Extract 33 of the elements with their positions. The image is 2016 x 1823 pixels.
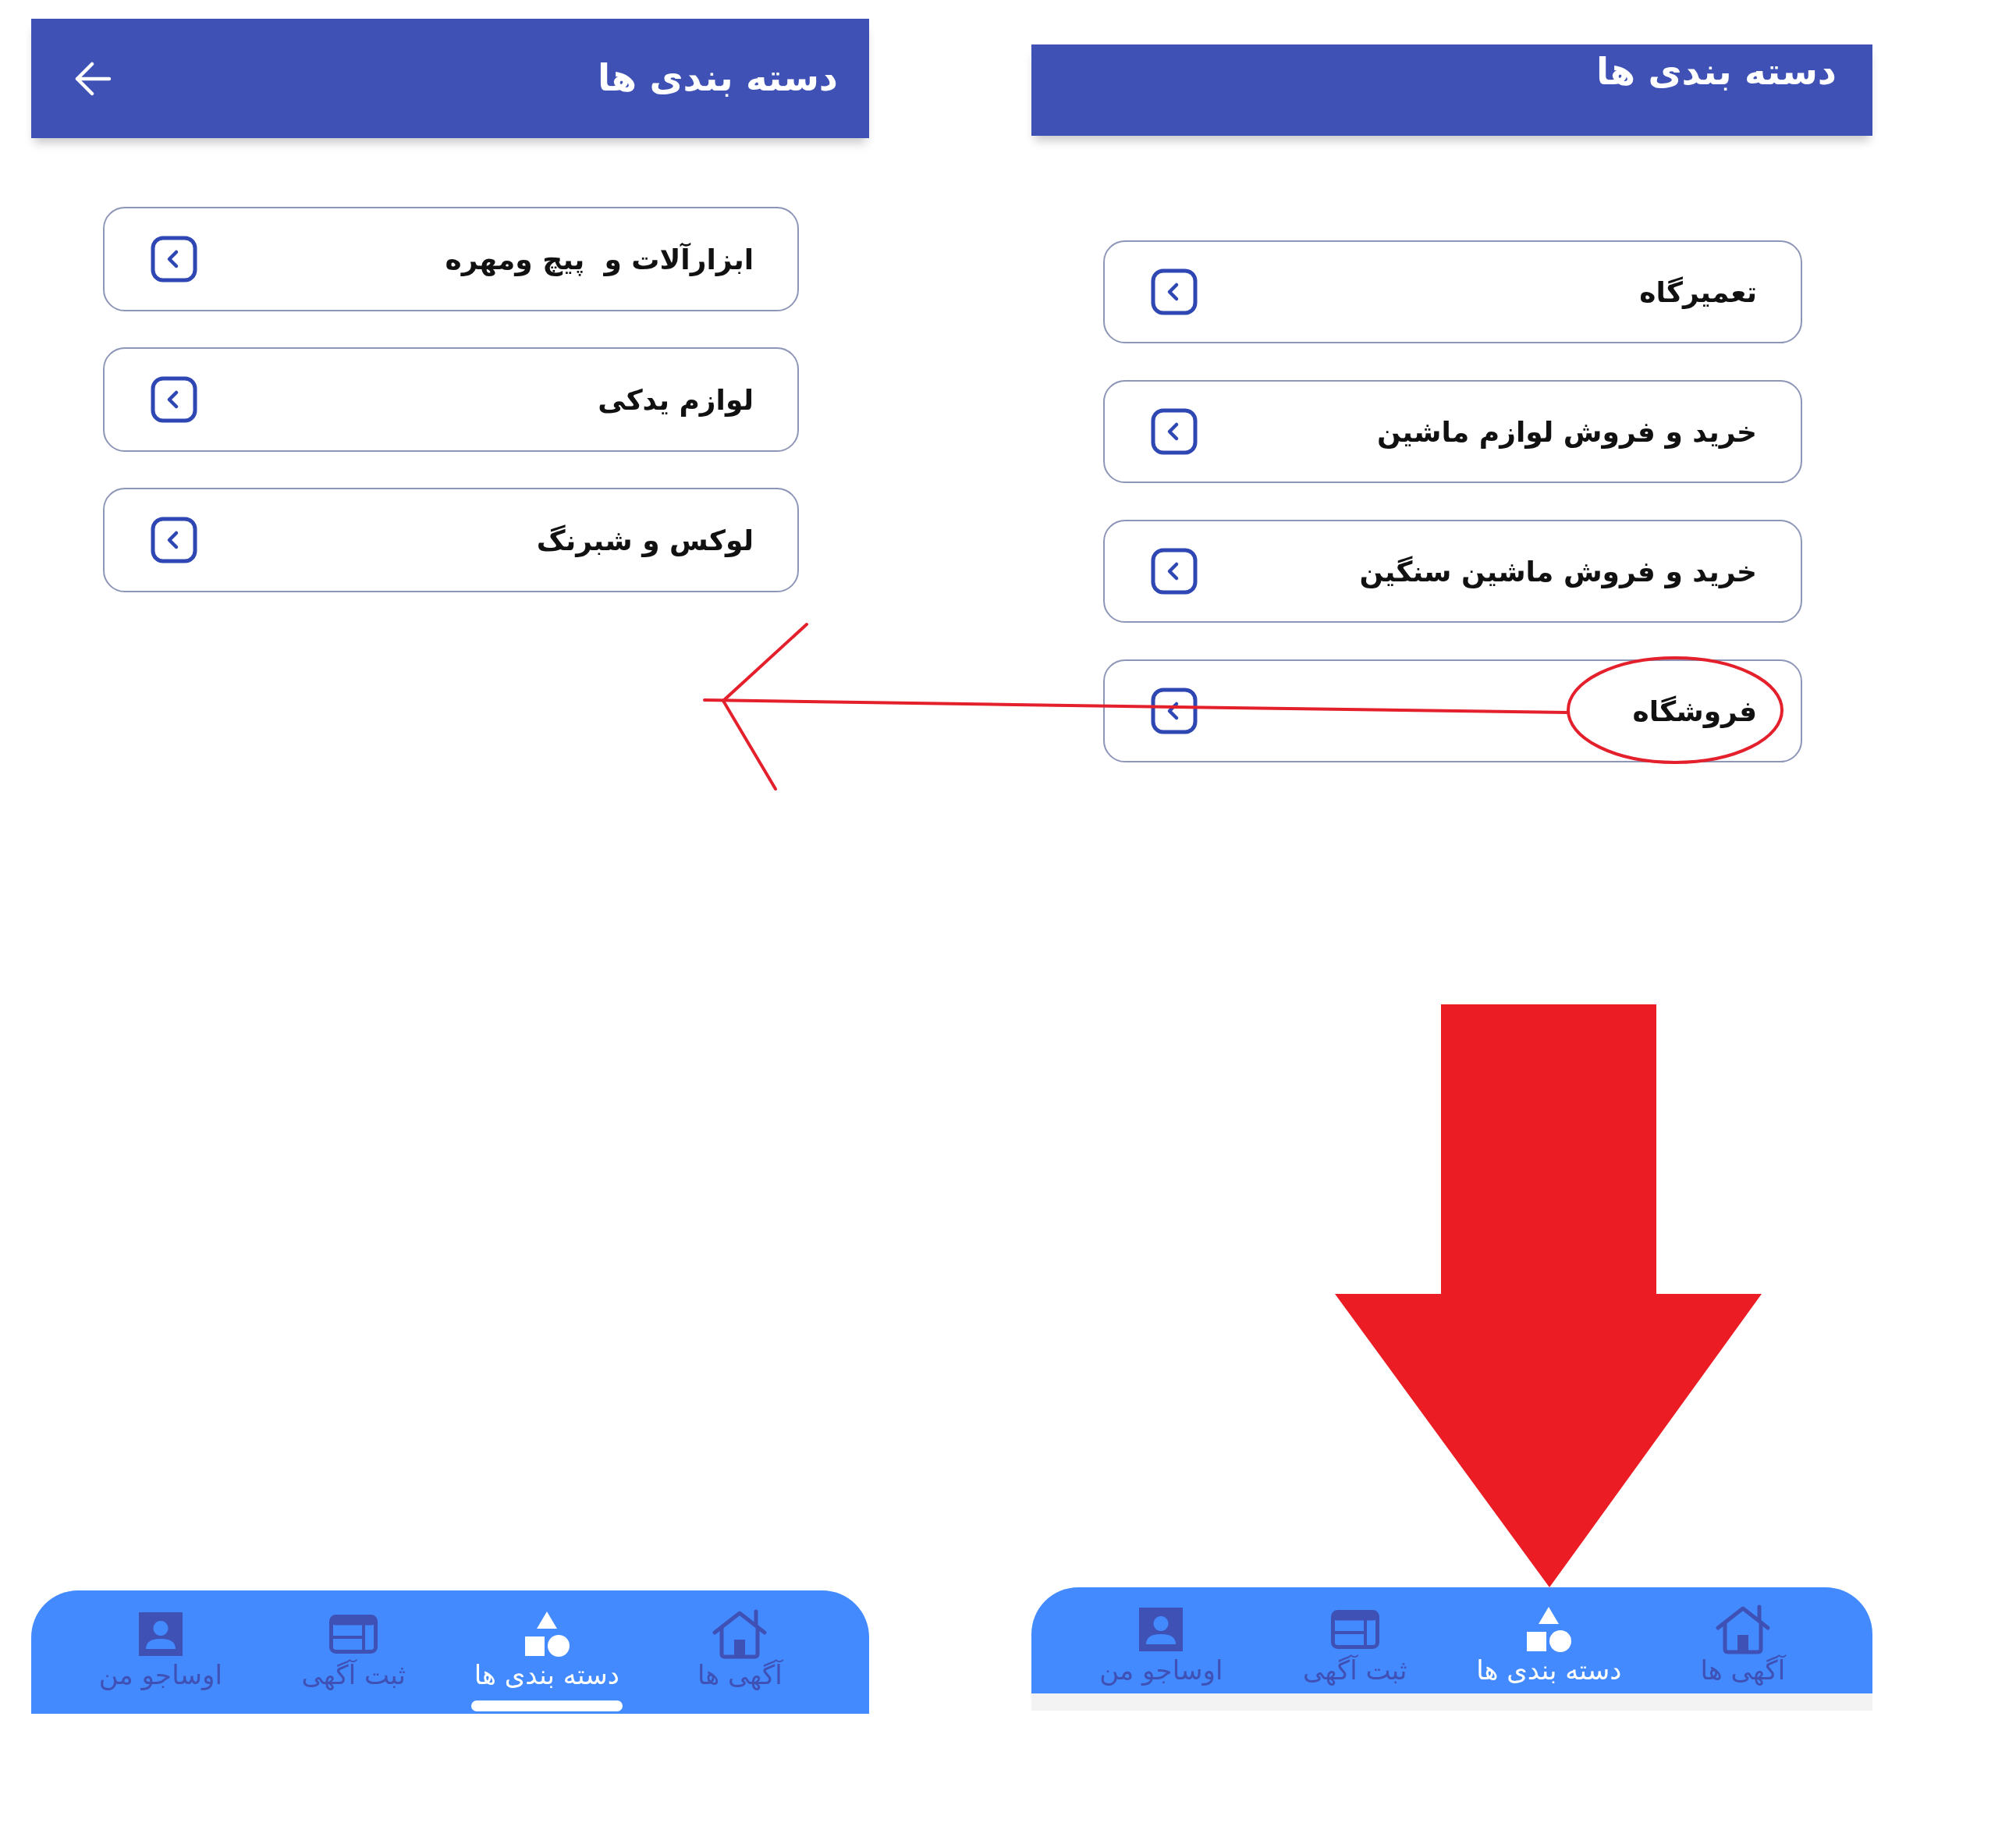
nav-tab[interactable]: اوساجو من [64, 1609, 257, 1691]
category-item[interactable]: فروشگاه [1103, 659, 1802, 762]
chevron-left-icon [151, 236, 197, 283]
layout-icon [1330, 1610, 1379, 1649]
chevron-left-icon [151, 517, 197, 563]
category-item[interactable]: خرید و فروش لوازم ماشین [1103, 380, 1802, 483]
nav-tab[interactable]: ثبت آگهی [1258, 1604, 1452, 1686]
chevron-left-icon [151, 376, 197, 423]
nav-tab[interactable]: دسته بندی ها [450, 1609, 644, 1711]
nav-tab[interactable]: ثبت آگهی [257, 1609, 450, 1691]
category-item[interactable]: لوکس و شبرنگ [103, 488, 799, 592]
category-item[interactable]: ابزارآلات و پیچ ومهره [103, 207, 799, 311]
header-title: دسته بندی ها [1595, 51, 1837, 94]
layout-icon [329, 1615, 378, 1654]
shapes-icon [1525, 1605, 1573, 1654]
nav-tab[interactable]: آگهی ها [643, 1609, 836, 1691]
shapes-icon [523, 1610, 570, 1658]
house-icon [1714, 1604, 1771, 1654]
chevron-left-icon [1151, 688, 1198, 734]
chevron-left-icon [1151, 408, 1198, 455]
nav-tab[interactable]: آگهی ها [1645, 1604, 1840, 1686]
category-item[interactable]: تعمیرگاه [1103, 240, 1802, 343]
chevron-left-icon [1151, 268, 1198, 315]
category-item[interactable]: خرید و فروش ماشین سنگین [1103, 520, 1802, 623]
nav-tab[interactable]: دسته بندی ها [1452, 1604, 1646, 1686]
house-icon [712, 1609, 768, 1659]
nav-tab[interactable]: اوساجو من [1064, 1604, 1258, 1686]
person-icon [1139, 1608, 1184, 1651]
person-icon [138, 1612, 183, 1656]
category-item[interactable]: لوازم یدکی [103, 347, 799, 452]
header-title: دسته بندی ها [597, 57, 838, 100]
back-arrow-icon[interactable] [74, 61, 112, 96]
chevron-left-icon [1151, 548, 1198, 595]
